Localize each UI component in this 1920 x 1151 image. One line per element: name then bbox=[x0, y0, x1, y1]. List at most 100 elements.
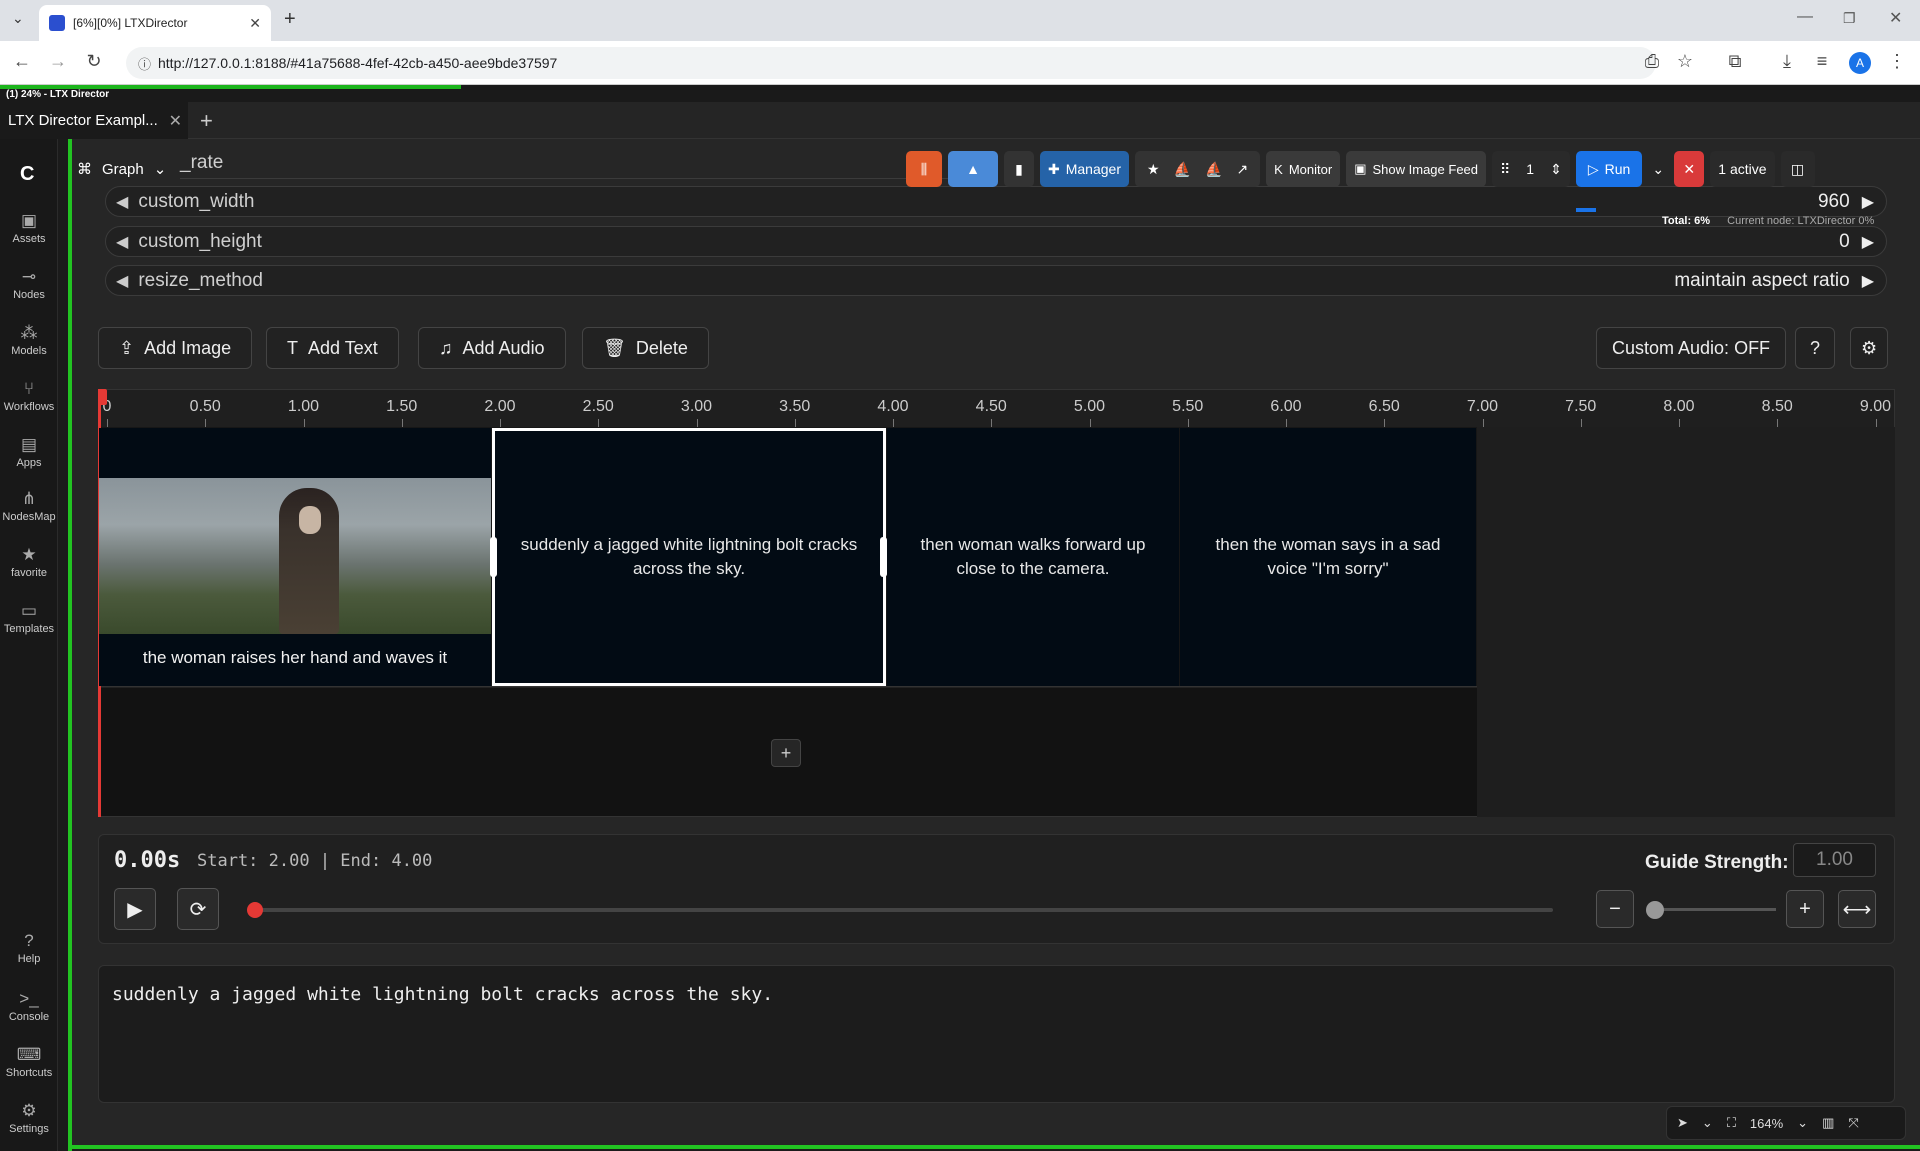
fit-width-button[interactable]: ⟷ bbox=[1838, 890, 1876, 928]
decrement-icon[interactable]: ◀ bbox=[116, 271, 128, 291]
fit-view-icon[interactable]: ⛶ bbox=[1727, 1115, 1736, 1131]
delete-button[interactable]: 🗑 Delete bbox=[582, 327, 709, 369]
site-info-icon[interactable]: ⓘ bbox=[138, 54, 151, 73]
play-button[interactable]: ▶ bbox=[114, 888, 156, 930]
sidebar-item-favorite[interactable]: ★ favorite bbox=[0, 545, 58, 579]
close-workflow-icon[interactable]: ✕ bbox=[169, 111, 182, 131]
url-input[interactable]: ⓘ http://127.0.0.1:8188/#41a75688-4fef-4… bbox=[126, 47, 1656, 79]
star-icon[interactable]: ★ bbox=[1147, 161, 1160, 178]
sidebar-item-workflows[interactable]: ⑂ Workflows bbox=[0, 379, 58, 413]
param-custom-width[interactable]: ◀ custom_width 960 ▶ bbox=[105, 186, 1887, 217]
timeline-clip[interactable]: then the woman says in a sad voice "I'm … bbox=[1180, 428, 1476, 686]
add-audio-button[interactable]: ♫ Add Audio bbox=[418, 327, 566, 369]
increment-icon[interactable]: ▶ bbox=[1862, 271, 1874, 291]
downloads-icon[interactable]: ⤓ bbox=[1775, 51, 1799, 72]
sidebar-label: Settings bbox=[9, 1123, 49, 1135]
custom-audio-button[interactable]: Custom Audio: OFF bbox=[1596, 327, 1787, 369]
timeline-clip-selected[interactable]: suddenly a jagged white lightning bolt c… bbox=[492, 428, 886, 686]
ltx-button[interactable]: ▲ bbox=[948, 151, 998, 187]
workflow-tab[interactable]: LTX Director Exampl... ✕ bbox=[0, 102, 188, 139]
sidebar-item-shortcuts[interactable]: ⌨ Shortcuts bbox=[0, 1045, 58, 1079]
zoom-slider[interactable] bbox=[1648, 908, 1776, 911]
manager-button[interactable]: ✚ Manager bbox=[1040, 151, 1129, 187]
comfy-logo[interactable]: C bbox=[20, 163, 34, 186]
sidebar-item-nodesmap[interactable]: ⋔ NodesMap bbox=[0, 489, 58, 523]
decrement-icon[interactable]: ◀ bbox=[116, 232, 128, 252]
param-custom-height[interactable]: ◀ custom_height 0 ▶ bbox=[105, 226, 1887, 257]
media-icon[interactable]: ≡ bbox=[1810, 51, 1834, 72]
sidebar-item-assets[interactable]: ▣ Assets bbox=[0, 211, 58, 245]
queue-count-input[interactable]: ⠿ 1 ⇕ bbox=[1492, 151, 1570, 187]
chevron-down-icon[interactable]: ⌄ bbox=[1702, 1115, 1713, 1131]
close-tab-icon[interactable]: ✕ bbox=[249, 15, 261, 32]
bookmark-icon: ▮ bbox=[1015, 160, 1023, 177]
zoom-level[interactable]: 164% bbox=[1750, 1116, 1783, 1131]
profile-avatar[interactable]: A bbox=[1849, 52, 1871, 74]
clip-resize-handle-left[interactable] bbox=[490, 537, 497, 577]
pointer-icon[interactable]: ➤ bbox=[1677, 1115, 1688, 1131]
add-image-button[interactable]: ⇪ Add Image bbox=[98, 327, 253, 369]
zoom-in-button[interactable]: + bbox=[1786, 890, 1824, 928]
bookmark-button[interactable]: ▮ bbox=[1004, 151, 1034, 187]
sidebar-item-templates[interactable]: ▭ Templates bbox=[0, 601, 58, 635]
sidebar-item-nodes[interactable]: ⊸ Nodes bbox=[0, 267, 58, 301]
run-button[interactable]: ▷ Run bbox=[1575, 151, 1643, 187]
bookmark-star-icon[interactable]: ☆ bbox=[1673, 51, 1697, 72]
guide-strength-input[interactable]: 1.00 bbox=[1793, 843, 1876, 877]
increment-icon[interactable]: ▶ bbox=[1862, 192, 1874, 212]
graph-selector[interactable]: ⌘ Graph ⌄ bbox=[77, 153, 166, 185]
panel-toggle-button[interactable]: ◫ bbox=[1780, 151, 1815, 187]
timeline-ruler[interactable]: 0 0.50 1.00 1.50 2.00 2.50 3.00 3.50 4.00 4.50 5.0… bbox=[98, 389, 1895, 427]
sidebar-item-models[interactable]: ⁂ Models bbox=[0, 323, 58, 357]
stepper-icon[interactable]: ⇕ bbox=[1550, 161, 1562, 178]
param-resize-method[interactable]: ◀ resize_method maintain aspect ratio ▶ bbox=[105, 265, 1887, 296]
share-icon[interactable]: ↗ bbox=[1236, 161, 1248, 178]
restore-icon[interactable]: ❐ bbox=[1843, 10, 1856, 27]
sail-icon[interactable]: ⛵ bbox=[1174, 161, 1191, 178]
browser-tab[interactable]: [6%][0%] LTXDirector ✕ bbox=[39, 5, 271, 41]
extensions-icon[interactable]: ⧉ bbox=[1723, 51, 1747, 72]
active-queue-button[interactable]: 1 active bbox=[1710, 151, 1775, 187]
monitor-button[interactable]: K Monitor bbox=[1266, 151, 1341, 187]
seek-slider[interactable] bbox=[253, 908, 1553, 912]
close-window-icon[interactable]: ✕ bbox=[1889, 8, 1902, 28]
run-options-button[interactable]: ⌄ bbox=[1648, 151, 1668, 187]
menu-icon[interactable]: ⋮ bbox=[1885, 51, 1909, 72]
new-tab-icon[interactable]: + bbox=[284, 8, 296, 31]
zoom-thumb[interactable] bbox=[1646, 901, 1664, 919]
cancel-button[interactable]: ✕ bbox=[1674, 151, 1705, 187]
decrement-icon[interactable]: ◀ bbox=[116, 192, 128, 212]
add-track-button[interactable]: + bbox=[771, 739, 801, 767]
seek-thumb[interactable] bbox=[247, 902, 263, 918]
show-image-feed-button[interactable]: ▣ Show Image Feed bbox=[1346, 151, 1487, 187]
sidebar-item-settings[interactable]: ⚙ Settings bbox=[0, 1101, 58, 1135]
add-workflow-icon[interactable]: + bbox=[200, 108, 213, 134]
timeline-clip[interactable]: then woman walks forward up close to the… bbox=[887, 428, 1179, 686]
sidebar-item-help[interactable]: ? Help bbox=[0, 931, 58, 965]
add-text-button[interactable]: T Add Text bbox=[266, 327, 399, 369]
sail-alt-icon[interactable]: ⛵ bbox=[1205, 161, 1222, 178]
sidebar-item-console[interactable]: >_ Console bbox=[0, 989, 58, 1023]
tab-search-icon[interactable]: ⌄ bbox=[12, 10, 24, 27]
settings-button[interactable]: ⚙ bbox=[1850, 327, 1889, 369]
audio-wave-button[interactable]: ⫼ bbox=[906, 151, 942, 187]
sidebar-item-apps[interactable]: ▤ Apps bbox=[0, 435, 58, 469]
reload-icon[interactable]: ↻ bbox=[82, 51, 106, 72]
prompt-textarea[interactable]: suddenly a jagged white lightning bolt c… bbox=[98, 965, 1895, 1103]
loop-button[interactable]: ⟳ bbox=[177, 888, 219, 930]
increment-icon[interactable]: ▶ bbox=[1862, 232, 1874, 252]
manager-extras[interactable]: ★ ⛵ ⛵ ↗ bbox=[1135, 151, 1261, 187]
link-visibility-icon[interactable]: ⤧ bbox=[1848, 1115, 1858, 1131]
minimap-icon[interactable]: ▥ bbox=[1822, 1115, 1834, 1131]
param-partial[interactable]: _rate bbox=[180, 148, 980, 179]
timeline-clip-image[interactable]: the woman raises her hand and waves it bbox=[99, 428, 491, 686]
help-button[interactable]: ? bbox=[1795, 327, 1836, 369]
zoom-out-button[interactable]: − bbox=[1596, 890, 1634, 928]
minimize-icon[interactable]: — bbox=[1797, 8, 1813, 26]
forward-icon[interactable]: → bbox=[46, 51, 70, 72]
clip-resize-handle-right[interactable] bbox=[880, 537, 887, 577]
drag-handle-icon[interactable]: ⠿ bbox=[1500, 161, 1510, 178]
install-icon[interactable]: ⎙ bbox=[1640, 51, 1664, 72]
chevron-down-icon[interactable]: ⌄ bbox=[1797, 1115, 1808, 1131]
back-icon[interactable]: ← bbox=[10, 51, 34, 72]
